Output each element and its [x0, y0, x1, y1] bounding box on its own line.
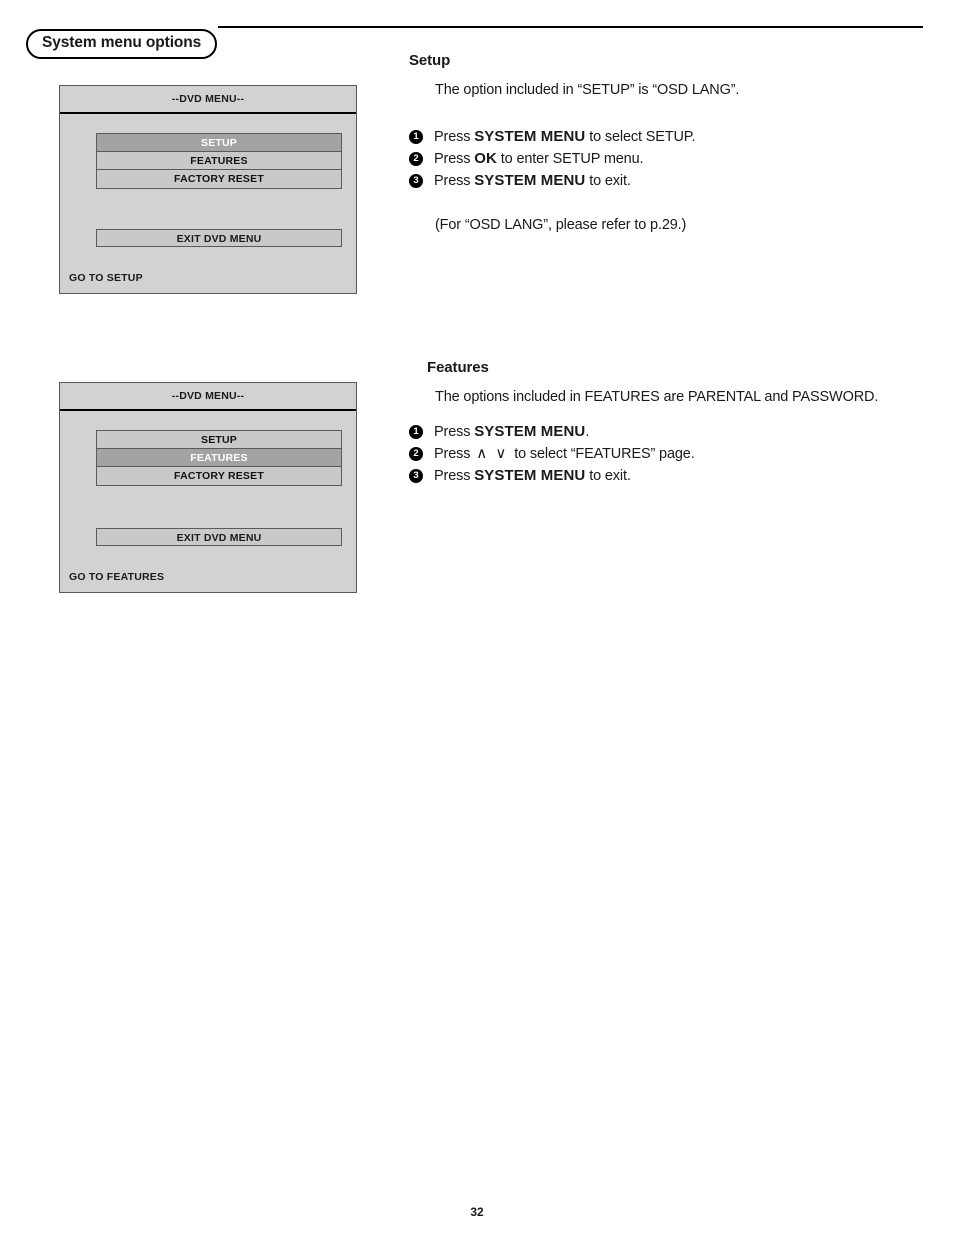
dvd-menu-status-text: GO TO SETUP: [69, 272, 143, 284]
section-title-badge: System menu options: [26, 29, 218, 59]
setup-heading: Setup: [409, 52, 451, 69]
dvd-menu-item-features[interactable]: FEATURES: [97, 449, 341, 467]
features-step-1: 1 Press SYSTEM MENU.: [409, 421, 909, 443]
up-down-arrow-icon: ∧ ∨: [476, 445, 509, 462]
setup-step-1: 1 Press SYSTEM MENU to select SETUP.: [409, 126, 909, 148]
features-step-list: 1 Press SYSTEM MENU. 2 Press ∧ ∨ to select…: [409, 421, 909, 487]
step-text-pre: Press: [434, 446, 475, 462]
key-label-ok: OK: [474, 150, 497, 167]
dvd-menu-option-list: SETUP FEATURES FACTORY RESET: [96, 430, 342, 486]
step-text-pre: Press: [434, 424, 475, 440]
dvd-menu-item-factory-reset[interactable]: FACTORY RESET: [97, 170, 341, 188]
key-label-system-menu: SYSTEM MENU: [474, 467, 586, 484]
dvd-menu-title: --DVD MENU--: [60, 383, 356, 411]
header-rule: [218, 26, 923, 28]
step-number-badge: 2: [409, 447, 423, 461]
dvd-menu-screen-setup: --DVD MENU-- SETUP FEATURES FACTORY RESE…: [59, 85, 357, 294]
step-text-post: to enter SETUP menu.: [496, 151, 644, 167]
setup-step-list: 1 Press SYSTEM MENU to select SETUP. 2 Pre…: [409, 126, 909, 192]
step-text-pre: Press: [434, 151, 475, 167]
step-text-pre: Press: [434, 468, 475, 484]
setup-description: The option included in “SETUP” is “OSD L…: [435, 82, 740, 98]
dvd-menu-body: SETUP FEATURES FACTORY RESET EXIT DVD ME…: [60, 114, 356, 293]
key-label-system-menu: SYSTEM MENU: [474, 128, 586, 145]
step-text-post: to select “FEATURES” page.: [510, 446, 695, 462]
step-number-badge: 3: [409, 469, 423, 483]
step-text-pre: Press: [434, 129, 475, 145]
features-section: Features The options included in FEATURE…: [409, 359, 909, 487]
key-label-system-menu: SYSTEM MENU: [474, 423, 586, 440]
dvd-menu-item-setup[interactable]: SETUP: [97, 431, 341, 449]
step-text-post: to exit.: [585, 173, 631, 189]
step-text-pre: Press: [434, 173, 475, 189]
features-heading: Features: [427, 359, 489, 376]
exit-dvd-menu-button[interactable]: EXIT DVD MENU: [96, 528, 342, 546]
step-number-badge: 1: [409, 130, 423, 144]
dvd-menu-item-factory-reset[interactable]: FACTORY RESET: [97, 467, 341, 485]
dvd-menu-item-setup[interactable]: SETUP: [97, 134, 341, 152]
dvd-menu-title: --DVD MENU--: [60, 86, 356, 114]
step-number-badge: 3: [409, 174, 423, 188]
step-number-badge: 1: [409, 425, 423, 439]
features-description: The options included in FEATURES are PAR…: [435, 389, 879, 405]
step-text-post: to select SETUP.: [585, 129, 696, 145]
step-text-post: .: [585, 424, 590, 440]
exit-dvd-menu-button[interactable]: EXIT DVD MENU: [96, 229, 342, 247]
features-step-2: 2 Press ∧ ∨ to select “FEATURES” page.: [409, 443, 909, 465]
setup-step-2: 2 Press OK to enter SETUP menu.: [409, 148, 909, 170]
dvd-menu-item-features[interactable]: FEATURES: [97, 152, 341, 170]
dvd-menu-screen-features: --DVD MENU-- SETUP FEATURES FACTORY RESE…: [59, 382, 357, 593]
step-text-post: to exit.: [585, 468, 631, 484]
setup-step-3: 3 Press SYSTEM MENU to exit.: [409, 170, 909, 192]
setup-cross-reference-note: (For “OSD LANG”, please refer to p.29.): [435, 217, 687, 233]
setup-section: Setup The option included in “SETUP” is …: [409, 52, 909, 236]
dvd-menu-option-list: SETUP FEATURES FACTORY RESET: [96, 133, 342, 189]
step-number-badge: 2: [409, 152, 423, 166]
key-label-system-menu: SYSTEM MENU: [474, 172, 586, 189]
dvd-menu-status-text: GO TO FEATURES: [69, 571, 165, 583]
page-number: 32: [470, 1205, 484, 1219]
features-step-3: 3 Press SYSTEM MENU to exit.: [409, 465, 909, 487]
dvd-menu-body: SETUP FEATURES FACTORY RESET EXIT DVD ME…: [60, 411, 356, 592]
